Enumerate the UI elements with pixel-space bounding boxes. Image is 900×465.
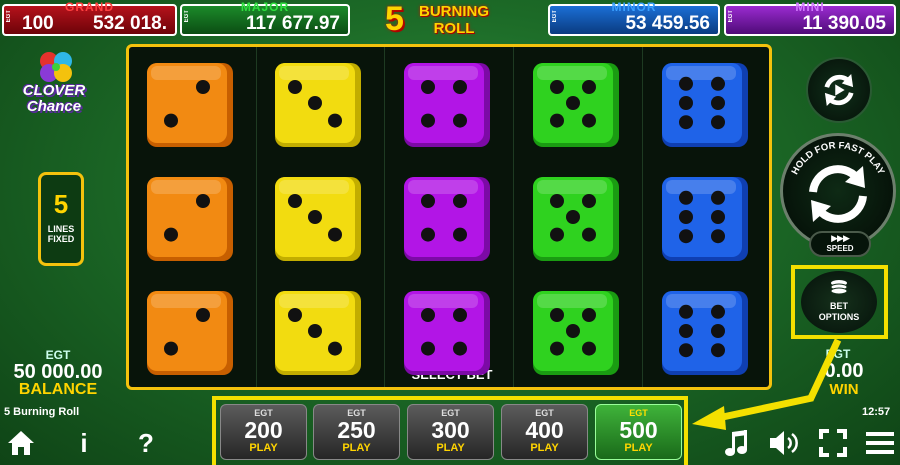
lines-label: LINES FIXED <box>41 224 81 244</box>
jackpot-minor-egt: EGT <box>552 10 558 23</box>
bet-play-label: PLAY <box>436 442 465 454</box>
jackpot-mini-egt: EGT <box>728 10 734 23</box>
jackpot-grand: GRAND EGT 100 532 018. <box>2 0 177 36</box>
die-icon <box>404 291 490 375</box>
die-icon <box>533 291 619 375</box>
game-title-line1: BURNING <box>419 3 489 20</box>
bet-play-label: PLAY <box>342 442 371 454</box>
coins-icon <box>830 280 848 295</box>
die-icon <box>147 177 233 261</box>
balance-egt: EGT <box>45 348 71 362</box>
win-label: WIN <box>829 381 859 398</box>
jackpot-grand-label: GRAND <box>65 0 114 14</box>
bet-options-button[interactable]: BET OPTIONS <box>801 271 877 333</box>
die-icon <box>275 291 361 375</box>
die-icon <box>662 63 748 147</box>
bet-play-label: PLAY <box>530 442 559 454</box>
bet-options-line2: OPTIONS <box>818 312 860 322</box>
lines-label-line2: FIXED <box>47 234 75 244</box>
bet-value: 400 <box>525 417 564 443</box>
bet-button-200[interactable]: EGT 200 PLAY <box>220 404 307 460</box>
jackpot-major-value: 117 677.97 <box>245 13 340 34</box>
die-icon <box>662 177 748 261</box>
speed-button[interactable]: ▶▶▶ SPEED <box>809 231 871 257</box>
die-icon <box>533 177 619 261</box>
bet-options-label: BET OPTIONS <box>801 301 877 323</box>
balance-label: BALANCE <box>18 381 98 398</box>
game-title: 5 BURNING ROLL <box>385 0 515 40</box>
speed-arrows-icon: ▶▶▶ <box>831 233 850 243</box>
speed-label: SPEED <box>826 244 854 253</box>
jackpot-minor: MINOR EGT 53 459.56 <box>548 0 720 36</box>
die-icon <box>404 63 490 147</box>
help-icon[interactable]: ? <box>134 428 158 458</box>
clover-chance-logo: CLOVER Chance <box>14 50 94 120</box>
reel-area: SELECT BET <box>126 44 772 390</box>
bet-value: 250 <box>337 417 376 443</box>
lines-count: 5 <box>53 189 69 219</box>
win-value: 0.00 <box>824 360 864 382</box>
bet-button-300[interactable]: EGT 300 PLAY <box>407 404 494 460</box>
bet-button-500[interactable]: EGT 500 PLAY <box>595 404 682 460</box>
bet-button-250[interactable]: EGT 250 PLAY <box>313 404 400 460</box>
die-icon <box>275 177 361 261</box>
jackpot-major-label: MAJOR <box>240 0 290 14</box>
jackpot-grand-prefix: 100 <box>22 13 54 34</box>
die-icon <box>147 291 233 375</box>
die-icon <box>662 291 748 375</box>
spin-arrows-icon <box>809 165 867 223</box>
logo-text-clover: CLOVER <box>22 82 86 99</box>
clover-icon <box>40 52 72 82</box>
menu-icon[interactable] <box>864 428 896 458</box>
bet-play-label: PLAY <box>249 442 278 454</box>
die-icon <box>533 63 619 147</box>
jackpot-mini-label: MINI <box>795 0 825 14</box>
info-icon[interactable]: i <box>74 428 94 458</box>
bet-button-400[interactable]: EGT 400 PLAY <box>501 404 588 460</box>
jackpot-mini: MINI EGT 11 390.05 <box>724 0 896 36</box>
die-icon <box>275 63 361 147</box>
lines-fixed-indicator: 5 LINES FIXED <box>38 172 84 266</box>
home-icon[interactable] <box>6 428 36 458</box>
jackpot-major: MAJOR EGT 117 677.97 <box>180 0 350 36</box>
autoplay-icon <box>824 74 854 106</box>
bet-value: 200 <box>244 417 283 443</box>
game-title-name: BURNING ROLL <box>419 3 489 37</box>
fullscreen-icon[interactable] <box>818 428 848 458</box>
autoplay-button[interactable] <box>806 57 872 123</box>
bet-value: 300 <box>431 417 470 443</box>
bet-options-line1: BET <box>830 301 848 311</box>
speaker-icon[interactable] <box>768 428 802 458</box>
win-egt: EGT <box>825 347 851 361</box>
jackpot-mini-value: 11 390.05 <box>802 13 886 34</box>
jackpot-grand-value: 532 018. <box>93 13 167 34</box>
jackpot-minor-label: MINOR <box>611 0 657 14</box>
die-icon <box>404 177 490 261</box>
lines-label-line1: LINES <box>47 224 75 234</box>
game-name: 5 Burning Roll <box>4 406 80 418</box>
game-title-line2: ROLL <box>433 20 475 37</box>
clock: 12:57 <box>862 406 891 418</box>
music-icon[interactable] <box>724 428 750 458</box>
bet-play-label: PLAY <box>624 442 653 454</box>
game-title-number: 5 <box>385 0 404 38</box>
die-icon <box>147 63 233 147</box>
logo-text-chance: Chance <box>26 98 82 115</box>
jackpot-major-egt: EGT <box>184 10 190 23</box>
jackpot-grand-egt: EGT <box>6 10 12 23</box>
bet-value: 500 <box>619 417 658 443</box>
jackpot-minor-value: 53 459.56 <box>625 13 710 34</box>
